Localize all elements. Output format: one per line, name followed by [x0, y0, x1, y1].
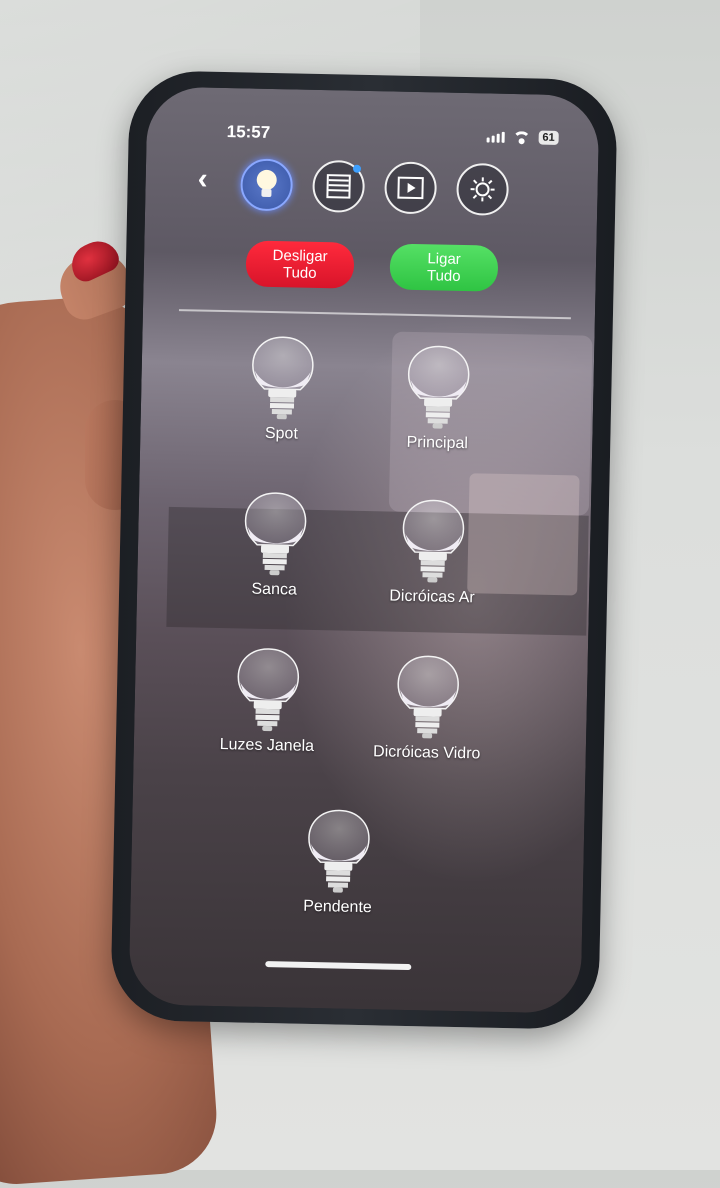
signal-icon: [486, 131, 504, 142]
status-time: 15:57: [227, 122, 271, 143]
light-item[interactable]: Luzes Janela: [192, 645, 344, 756]
notification-dot: [353, 165, 361, 173]
turn-all-on-button[interactable]: Ligar Tudo: [389, 243, 498, 291]
light-label: Dicróicas Vidro: [352, 743, 502, 764]
lightbulb-icon: [306, 808, 372, 895]
phone-screen: 15:57 61 ‹: [128, 86, 599, 1013]
lights-tab[interactable]: [240, 158, 293, 211]
light-item[interactable]: Sanca: [199, 490, 351, 601]
light-item[interactable]: Principal: [362, 343, 514, 454]
lightbulb-icon: [242, 490, 308, 577]
blinds-tab[interactable]: [312, 160, 365, 213]
light-label: Pendente: [262, 897, 412, 918]
light-label: Spot: [206, 424, 356, 445]
lightbulb-icon: [400, 498, 466, 585]
lightbulb-icon: [406, 344, 472, 431]
lightbulb-icon: [235, 646, 301, 733]
light-label: Principal: [362, 433, 512, 454]
scene-icon: [468, 175, 497, 204]
lightbulb-icon: [250, 335, 316, 422]
phone: 15:57 61 ‹: [110, 70, 618, 1030]
light-item[interactable]: Dicróicas Ar: [357, 497, 509, 608]
light-item[interactable]: Dicróicas Vidro: [352, 653, 504, 764]
divider: [179, 309, 571, 319]
light-label: Sanca: [199, 580, 349, 601]
light-item[interactable]: Spot: [206, 334, 358, 445]
status-bar: 61: [486, 129, 559, 145]
category-toolbar: [240, 158, 509, 216]
scene-tab[interactable]: [456, 163, 509, 216]
blinds-icon: [324, 172, 353, 201]
media-tab[interactable]: [384, 161, 437, 214]
lightbulb-icon: [395, 654, 461, 741]
light-label: Dicróicas Ar: [357, 587, 507, 608]
light-item[interactable]: Pendente: [262, 807, 414, 918]
media-icon: [396, 175, 425, 202]
wifi-icon: [512, 131, 530, 143]
back-button[interactable]: ‹: [197, 162, 208, 196]
battery-icon: 61: [538, 131, 559, 145]
lightbulb-icon: [253, 169, 280, 202]
turn-all-off-button[interactable]: Desligar Tudo: [245, 240, 354, 288]
light-label: Luzes Janela: [192, 735, 342, 756]
home-indicator[interactable]: [265, 961, 411, 970]
lights-grid: SpotPrincipalSancaDicróicas ArLuzes Jane…: [148, 86, 600, 95]
